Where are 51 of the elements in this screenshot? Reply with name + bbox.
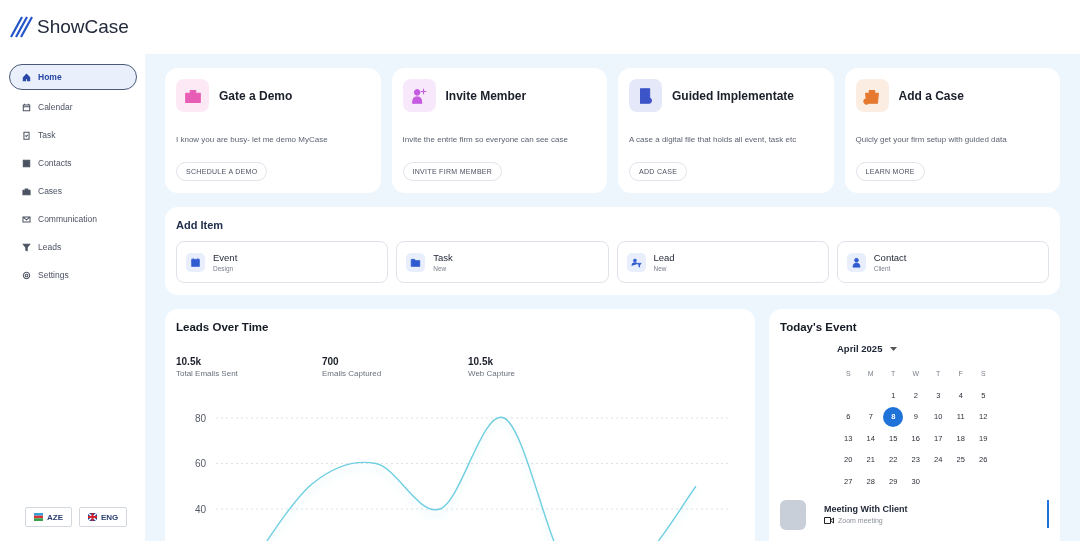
flag-icon bbox=[88, 513, 97, 521]
calendar-icon bbox=[186, 252, 205, 272]
panel-title: Add Item bbox=[176, 219, 225, 231]
sidebar-item[interactable]: Settings bbox=[9, 264, 137, 286]
brand-name: ShowCase bbox=[37, 16, 129, 38]
briefcase-icon bbox=[22, 186, 31, 196]
card-description: Quicly get your firm setup with guided data bbox=[855, 135, 1008, 144]
folder-icon bbox=[406, 252, 426, 272]
axis-tick-label: 40 bbox=[194, 503, 206, 515]
photo-placeholder bbox=[780, 500, 806, 530]
sidebar-item[interactable]: Communication bbox=[9, 208, 137, 230]
sidebar-item[interactable]: Calendar bbox=[9, 96, 137, 118]
clipboard-icon bbox=[22, 130, 31, 140]
axis-tick-label: 60 bbox=[194, 458, 206, 469]
sidebar-item[interactable]: Leads bbox=[9, 236, 137, 258]
logo-icon bbox=[10, 16, 34, 38]
gear-icon bbox=[22, 270, 31, 280]
stat-label: Web Capture bbox=[468, 369, 516, 378]
flag-icon bbox=[34, 513, 43, 521]
sidebar-item[interactable]: Home bbox=[9, 64, 137, 90]
mail-icon bbox=[22, 214, 31, 224]
card-title: Gate a Demo bbox=[219, 88, 293, 103]
event-title: Meeting With Client bbox=[824, 504, 908, 514]
stat-label: Emails Captured bbox=[322, 369, 383, 378]
caret-icon[interactable] bbox=[890, 346, 898, 351]
card-description: A case a digital file that holds all event, task etc bbox=[629, 135, 798, 144]
person-icon bbox=[846, 252, 866, 272]
sidebar-item[interactable]: Task bbox=[9, 124, 137, 146]
stat-value: 700 bbox=[322, 356, 340, 367]
funnel-icon bbox=[22, 242, 31, 252]
sidebar-item[interactable]: Contacts bbox=[9, 152, 137, 174]
video-camera-icon bbox=[824, 517, 834, 524]
card-title: Today's Event bbox=[780, 321, 858, 333]
sidebar-item[interactable]: Cases bbox=[9, 180, 137, 202]
card-description: Invite the entrie firm so everyone can see case bbox=[402, 135, 569, 144]
card-description: I know you are busy- let me demo MyCase bbox=[176, 135, 329, 144]
stat-value: 10.5k bbox=[468, 356, 495, 367]
card-title: Guided Implementate bbox=[672, 88, 795, 103]
timeline-bar bbox=[1047, 500, 1049, 528]
card-title: Leads Over Time bbox=[176, 321, 270, 333]
person-filter-icon bbox=[626, 252, 646, 272]
card-title: Add a Case bbox=[898, 88, 964, 103]
calendar-icon bbox=[22, 102, 31, 112]
language-button[interactable]: ENG bbox=[79, 507, 128, 527]
card-title: Invite Member bbox=[445, 88, 527, 103]
axis-tick-label: 80 bbox=[194, 412, 206, 424]
month-label: April 2025 bbox=[837, 343, 883, 354]
stat-label: Total Emails Sent bbox=[176, 369, 239, 378]
stat-value: 10.5k bbox=[176, 356, 203, 367]
home-icon bbox=[22, 72, 31, 82]
language-button[interactable]: AZE bbox=[25, 507, 72, 527]
